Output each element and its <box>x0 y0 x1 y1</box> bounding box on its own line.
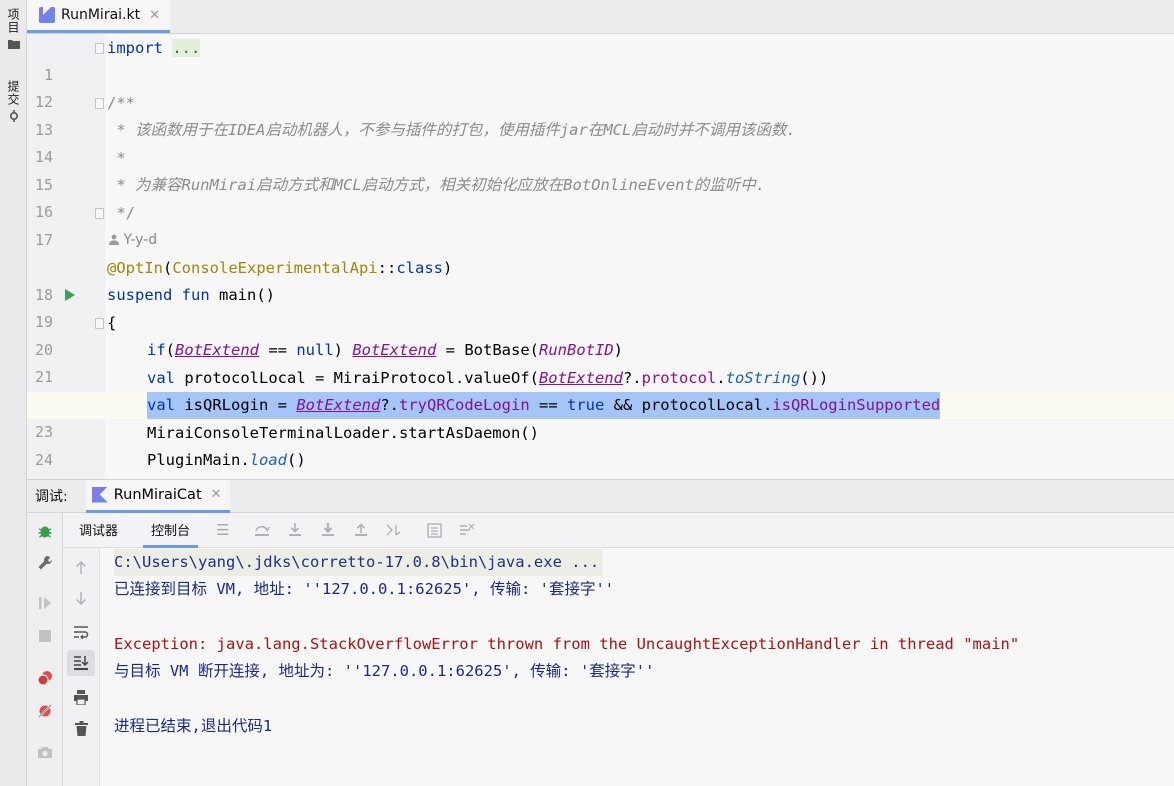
debug-bug-icon[interactable] <box>27 518 63 544</box>
line-number: 17 <box>34 231 53 249</box>
code-author-hint[interactable]: Y-y-d <box>109 227 157 254</box>
trash-icon[interactable] <box>67 715 95 741</box>
console-side-toolbar <box>63 548 100 786</box>
code-line: 12 <box>27 62 1174 111</box>
debug-label: 调试: <box>35 489 68 505</box>
code-line: 18 @OptIn(ConsoleExperimentalApi::class) <box>27 255 1174 304</box>
arrow-down-icon[interactable] <box>67 586 95 612</box>
print-icon[interactable] <box>67 684 95 710</box>
tab-debugger[interactable]: 调试器 <box>71 513 126 548</box>
folder-icon <box>7 38 20 52</box>
step-into-icon[interactable] <box>286 521 304 539</box>
code-line-current: 23 val isQRLogin = BotExtend?.tryQRCodeL… <box>27 392 1174 441</box>
file-tab-runmirai[interactable]: RunMirai.kt ✕ <box>27 0 170 33</box>
arrow-up-icon[interactable] <box>67 554 95 580</box>
sidebar-item-project[interactable]: 项目 <box>0 8 27 52</box>
sidebar-item-label: 提交 <box>6 80 20 106</box>
view-breakpoints-icon[interactable] <box>27 665 63 691</box>
console-line: 与目标 VM 断开连接, 地址为: ''127.0.0.1:62625', 传输… <box>114 662 655 680</box>
code-line: 20 { <box>27 310 1174 359</box>
code-line: 16 * 为兼容RunMirai启动方式和MCL启动方式，相关初始化应放在Bot… <box>27 172 1174 221</box>
mute-breakpoints-icon[interactable] <box>27 698 63 724</box>
kotlin-file-icon <box>39 7 55 23</box>
wrench-icon[interactable] <box>27 550 63 576</box>
fold-icon[interactable] <box>95 318 104 329</box>
commit-icon <box>8 110 20 125</box>
sidebar-item-commit[interactable]: 提交 <box>0 80 27 125</box>
run-config-tab[interactable]: RunMiraiCat ✕ <box>85 479 230 513</box>
stop-icon[interactable] <box>27 623 63 649</box>
menu-lines-icon[interactable]: ☰ <box>214 521 232 539</box>
sidebar-item-label: 项目 <box>6 8 20 34</box>
code-line: 22 val protocolLocal = MiraiProtocol.val… <box>27 365 1174 414</box>
fold-icon[interactable] <box>95 43 104 54</box>
console-line: 已连接到目标 VM, 地址: ''127.0.0.1:62625', 传输: '… <box>114 580 615 598</box>
run-gutter-icon[interactable] <box>65 289 75 301</box>
file-tab-label: RunMirai.kt <box>61 7 141 23</box>
code-line: 17 */ <box>27 200 1174 249</box>
close-icon[interactable]: ✕ <box>211 487 222 502</box>
debug-subtab-bar: 调试器 控制台 ☰ <box>63 513 1174 548</box>
debug-tool-window-header: 调试: RunMiraiCat ✕ <box>27 479 1174 513</box>
folded-imports[interactable]: ... <box>172 39 201 57</box>
console-line[interactable]: C:\Users\yang\.jdks\corretto-17.0.8\bin\… <box>114 549 604 576</box>
run-to-cursor-icon[interactable] <box>385 521 403 539</box>
force-step-into-icon[interactable] <box>319 521 337 539</box>
code-line: 13 /** <box>27 90 1174 139</box>
soft-wrap-icon[interactable] <box>67 619 95 645</box>
fold-icon[interactable] <box>95 98 104 109</box>
console-line-error: Exception: java.lang.StackOverflowError … <box>114 635 1020 653</box>
code-line: 25 PluginMain.load() <box>27 447 1174 479</box>
kotlin-config-icon <box>91 486 108 503</box>
code-line: 21 if(BotExtend == null) BotExtend = Bot… <box>27 337 1174 386</box>
close-icon[interactable]: ✕ <box>149 8 160 23</box>
camera-icon[interactable] <box>27 739 63 765</box>
code-line: 15 * <box>27 145 1174 194</box>
scroll-to-end-icon[interactable] <box>67 650 95 676</box>
fold-icon[interactable] <box>95 208 104 219</box>
debug-actions-toolbar <box>27 513 63 786</box>
code-line: 24 MiraiConsoleTerminalLoader.startAsDae… <box>27 420 1174 469</box>
step-over-icon[interactable] <box>253 521 271 539</box>
run-config-label: RunMiraiCat <box>113 486 202 503</box>
evaluate-expression-icon[interactable] <box>425 521 443 539</box>
code-editor[interactable]: 1 import ... 12 13 /** 14 * 该函数用于在IDEA启动… <box>27 34 1174 479</box>
user-icon <box>109 232 123 248</box>
selected-text[interactable]: val isQRLogin = BotExtend?.tryQRCodeLogi… <box>147 392 941 419</box>
tab-console[interactable]: 控制台 <box>143 513 199 548</box>
trace-icon[interactable] <box>458 521 476 539</box>
code-line: 14 * 该函数用于在IDEA启动机器人，不参与插件的打包，使用插件jar在MC… <box>27 117 1174 166</box>
resume-icon[interactable] <box>27 590 63 616</box>
code-line: 1 import ... <box>27 35 1174 84</box>
editor-tab-bar: RunMirai.kt ✕ <box>27 0 1174 34</box>
step-out-icon[interactable] <box>352 521 370 539</box>
console-output[interactable]: C:\Users\yang\.jdks\corretto-17.0.8\bin\… <box>100 548 1174 786</box>
console-line: 进程已结束,退出代码1 <box>114 717 273 735</box>
left-tool-strip: 项目 提交 <box>0 0 27 786</box>
code-line: 19 suspend fun main() <box>27 282 1174 331</box>
